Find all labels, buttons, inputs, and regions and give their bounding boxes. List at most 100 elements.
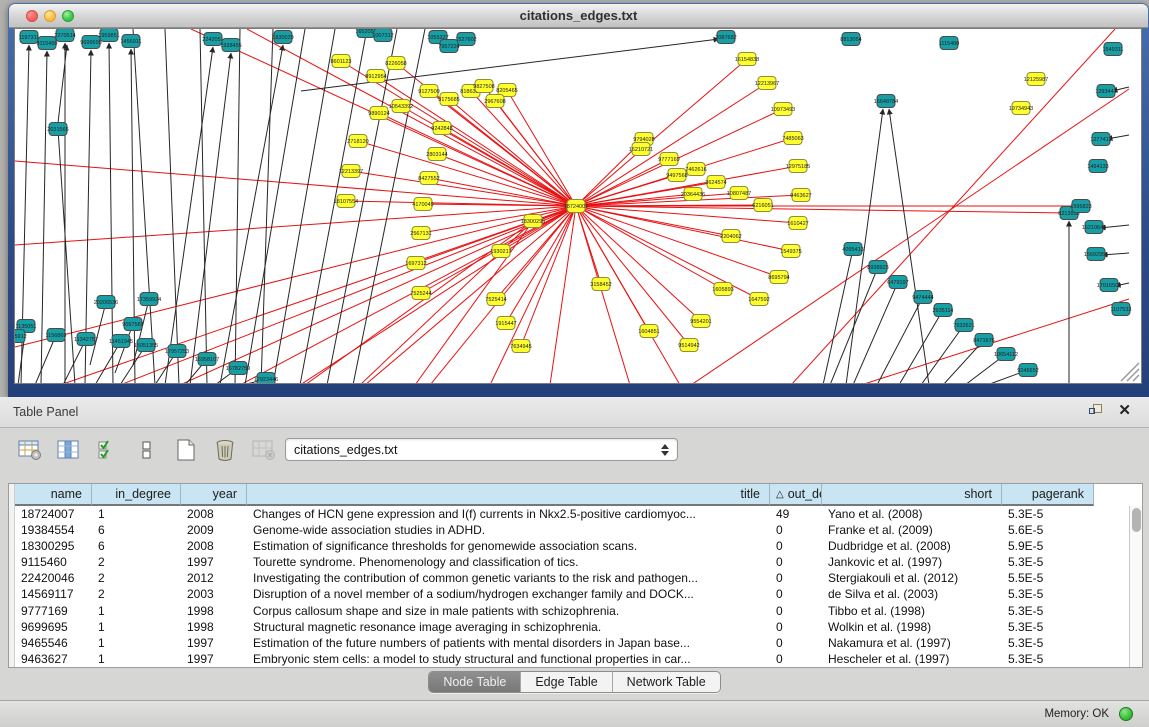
table-selector-dropdown[interactable]: citations_edges.txt — [285, 438, 678, 461]
graph-node[interactable]: 10654112 — [994, 348, 1018, 361]
table-cell[interactable]: 1 — [92, 635, 181, 651]
graph-node[interactable]: 18724007 — [564, 200, 588, 213]
table-cell[interactable]: 0 — [770, 635, 822, 651]
table-cell[interactable]: Disruption of a novel member of a sodium… — [247, 586, 770, 602]
graph-node[interactable]: 15051355 — [134, 339, 158, 352]
graph-node[interactable]: 12923446 — [254, 373, 278, 385]
graph-node[interactable]: 16782759 — [226, 362, 250, 375]
table-cell[interactable]: Franke et al. (2009) — [822, 522, 1002, 538]
graph-edge-red[interactable] — [240, 206, 576, 384]
table-cell[interactable]: Yano et al. (2008) — [822, 506, 1002, 522]
graph-node[interactable]: 2967608 — [484, 95, 505, 108]
graph-edge-black[interactable] — [853, 282, 898, 384]
graph-node[interactable]: 18107554 — [334, 195, 358, 208]
graph-node[interactable]: 16958107 — [195, 353, 219, 366]
table-cell[interactable]: 49 — [770, 506, 822, 522]
graph-node[interactable]: 1494133 — [1087, 160, 1108, 173]
graph-node[interactable]: 1156869 — [45, 329, 66, 342]
graph-node[interactable]: 12213967 — [755, 77, 779, 90]
row-height-icon[interactable] — [133, 436, 161, 464]
table-cell[interactable]: Hescheler et al. (1997) — [822, 651, 1002, 667]
table-row[interactable]: 969969511998Structural magnetic resonanc… — [15, 619, 1129, 635]
graph-node[interactable]: 15692951 — [1084, 248, 1108, 261]
table-cell[interactable]: 9699695 — [15, 619, 92, 635]
graph-edge-black[interactable] — [190, 53, 231, 384]
graph-node[interactable]: 9097587 — [122, 318, 143, 331]
graph-node[interactable]: 4095413 — [842, 243, 863, 256]
table-cell[interactable]: Tourette syndrome. Phenomenology and cla… — [247, 554, 770, 570]
graph-node[interactable]: 2803144 — [426, 148, 447, 161]
graph-node[interactable]: 7525414 — [485, 293, 506, 306]
table-cell[interactable]: 1 — [92, 506, 181, 522]
table-cell[interactable]: 5.3E-5 — [1002, 603, 1094, 619]
graph-node[interactable]: 2270514 — [54, 29, 75, 42]
table-cell[interactable]: Tibbo et al. (1998) — [822, 603, 1002, 619]
graph-node[interactable]: 11342757 — [74, 333, 98, 346]
column-header-short[interactable]: short — [822, 484, 1002, 506]
graph-edge-red[interactable] — [861, 299, 1129, 384]
graph-edge-red[interactable] — [576, 206, 731, 236]
table-row[interactable]: 1830029562008Estimation of significance … — [15, 538, 1129, 554]
column-header-title[interactable]: title — [247, 484, 770, 506]
table-cell[interactable]: 18724007 — [15, 506, 92, 522]
graph-edge-red[interactable] — [437, 154, 576, 206]
graph-node[interactable]: 8938923 — [867, 261, 888, 274]
close-panel-icon[interactable]: ✕ — [1118, 404, 1131, 418]
graph-node[interactable]: 20364436 — [681, 188, 705, 201]
graph-node[interactable]: 3175685 — [438, 93, 459, 106]
graph-node[interactable]: 1549375 — [780, 245, 801, 258]
table-cell[interactable]: 0 — [770, 522, 822, 538]
graph-node[interactable]: 8813054 — [840, 33, 861, 46]
column-header-out_de[interactable]: △out_de... — [770, 484, 822, 506]
graph-node[interactable]: 16210643 — [1082, 221, 1106, 234]
delete-table-icon[interactable] — [250, 436, 278, 464]
graph-node[interactable]: 8427552 — [418, 172, 439, 185]
graph-edge-black[interactable] — [235, 29, 240, 384]
graph-edge-black[interactable] — [273, 29, 335, 384]
graph-edge-black[interactable] — [830, 267, 878, 384]
graph-node[interactable]: 8601123 — [330, 55, 351, 68]
graph-node[interactable]: 19734943 — [1009, 102, 1033, 115]
graph-node[interactable]: 9474444 — [912, 291, 933, 304]
table-cell[interactable]: 0 — [770, 570, 822, 586]
table-cell[interactable]: 5.3E-5 — [1002, 635, 1094, 651]
table-cell[interactable]: 5.6E-5 — [1002, 522, 1094, 538]
graph-node[interactable]: 1107533 — [1110, 303, 1131, 316]
graph-node[interactable]: 7462616 — [685, 163, 706, 176]
graph-node[interactable]: 1959851 — [98, 29, 119, 42]
table-cell[interactable]: 5.5E-5 — [1002, 570, 1094, 586]
table-cell[interactable]: Genome-wide association studies in ADHD. — [247, 522, 770, 538]
graph-node[interactable]: 12213397 — [339, 165, 363, 178]
graph-node[interactable]: 1605893 — [712, 283, 733, 296]
graph-edge-black[interactable] — [109, 43, 113, 384]
graph-node[interactable]: 1930217 — [490, 245, 511, 258]
table-cell[interactable]: 5.3E-5 — [1002, 586, 1094, 602]
graph-node[interactable]: 4170049 — [412, 198, 433, 211]
table-row[interactable]: 2242004622012Investigating the contribut… — [15, 570, 1129, 586]
float-panel-icon[interactable] — [1089, 404, 1104, 418]
graph-edge-black[interactable] — [58, 45, 67, 123]
table-cell[interactable]: 0 — [770, 619, 822, 635]
table-row[interactable]: 1938455462009Genome-wide association stu… — [15, 522, 1129, 538]
table-cell[interactable]: 0 — [770, 651, 822, 667]
graph-node[interactable]: 16648784 — [874, 95, 898, 108]
graph-edge-black[interactable] — [165, 29, 179, 384]
graph-node[interactable]: 17016504 — [1097, 279, 1121, 292]
table-cell[interactable]: 1997 — [181, 635, 247, 651]
graph-node[interactable]: 7932621 — [953, 319, 974, 332]
table-cell[interactable]: 9465546 — [15, 635, 92, 651]
graph-edge-red[interactable] — [691, 89, 1129, 384]
graph-node[interactable]: 1830029 — [272, 31, 293, 44]
graph-edge-red[interactable] — [576, 206, 630, 384]
graph-node[interactable]: 12975185 — [786, 160, 810, 173]
graph-node[interactable]: 10807487 — [727, 187, 751, 200]
table-cell[interactable]: Jankovic et al. (1997) — [822, 554, 1002, 570]
memory-status-icon[interactable] — [1119, 707, 1133, 721]
table-cell[interactable]: Wolkin et al. (1998) — [822, 619, 1002, 635]
table-cell[interactable]: 22420046 — [15, 570, 92, 586]
graph-edge-black[interactable] — [58, 129, 75, 384]
table-cell[interactable]: 0 — [770, 586, 822, 602]
graph-node[interactable]: 1293441 — [1095, 85, 1116, 98]
table-row[interactable]: 1872400712008Changes of HCN gene express… — [15, 506, 1129, 522]
table-cell[interactable]: 9463627 — [15, 651, 92, 667]
